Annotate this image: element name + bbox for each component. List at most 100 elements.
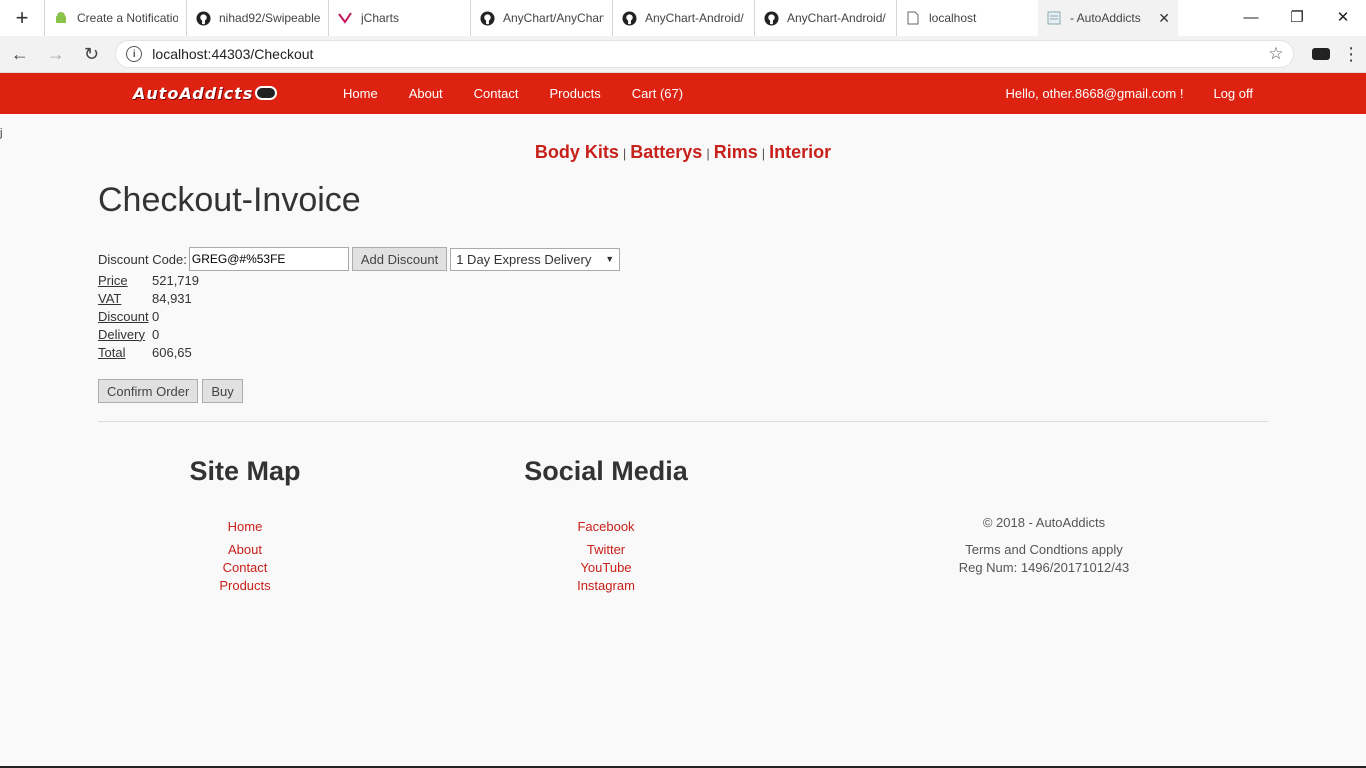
checkout-actions: Confirm Order Buy (98, 379, 247, 403)
tab-label: - AutoAddicts (1070, 11, 1141, 25)
new-tab-button[interactable]: + (0, 0, 44, 36)
tab-label: localhost (929, 11, 977, 25)
bookmark-star-icon[interactable]: ☆ (1268, 44, 1283, 64)
browser-tab[interactable]: Create a Notificatio (44, 0, 186, 36)
nav-cart-link[interactable]: Cart (67) (632, 86, 683, 101)
address-bar[interactable]: i localhost:44303/Checkout ☆ (115, 40, 1295, 68)
youtube-link[interactable]: YouTube (506, 559, 706, 577)
reg-number-text: Reg Num: 1496/20171012/43 (958, 560, 1130, 575)
reload-icon[interactable]: ↻ (76, 38, 108, 70)
brand-logo[interactable]: AutoAddicts (133, 81, 278, 105)
delivery-value: 0 (152, 326, 160, 342)
add-discount-button[interactable]: Add Discount (351, 247, 448, 271)
buy-button[interactable]: Buy (202, 379, 243, 403)
sitemap-about-link[interactable]: About (145, 541, 345, 559)
page-title: Checkout-Invoice (98, 181, 361, 219)
category-rims-link[interactable]: Rims (714, 142, 758, 162)
twitter-link[interactable]: Twitter (506, 541, 706, 559)
browser-tab[interactable]: AnyChart-Android/ (754, 0, 896, 36)
sitemap-products-link[interactable]: Products (145, 577, 345, 595)
category-interior-link[interactable]: Interior (769, 142, 831, 162)
social-media-heading: Social Media (524, 456, 688, 486)
tab-label: nihad92/Swipeable- (219, 11, 320, 25)
category-separator: | (761, 146, 766, 161)
tab-label: AnyChart/AnyChart (503, 11, 604, 25)
github-icon (621, 10, 637, 26)
summary-row: VAT 84,931 (98, 289, 199, 307)
summary-row: Price 521,719 (98, 271, 199, 289)
category-batterys-link[interactable]: Batterys (630, 142, 702, 162)
nav-about-link[interactable]: About (409, 86, 443, 101)
sitemap-contact-link[interactable]: Contact (145, 559, 345, 577)
jcharts-icon (337, 10, 353, 26)
vat-label: VAT (98, 290, 122, 306)
total-value: 606,65 (152, 344, 192, 360)
summary-row: Total 606,65 (98, 343, 199, 361)
summary-row: Delivery 0 (98, 325, 199, 343)
close-icon[interactable]: ✕ (1158, 10, 1170, 27)
sitemap-links: Home About Contact Products (145, 518, 345, 595)
instagram-link[interactable]: Instagram (506, 577, 706, 595)
close-window-icon[interactable]: ✕ (1320, 0, 1366, 34)
tab-label: AnyChart-Android/ (645, 11, 744, 25)
nav-home-link[interactable]: Home (343, 86, 378, 101)
dropdown-arrow-icon: ▼ (605, 254, 615, 264)
tab-label: jCharts (361, 11, 400, 25)
site-navbar: AutoAddicts Home About Contact Products … (0, 73, 1366, 114)
browser-tab[interactable]: jCharts (328, 0, 470, 36)
tab-label: Create a Notificatio (77, 11, 178, 25)
copyright-text: © 2018 - AutoAddicts (982, 515, 1106, 530)
page-icon (1046, 10, 1062, 26)
delivery-selected-value: 1 Day Express Delivery (456, 251, 592, 267)
delivery-select[interactable]: 1 Day Express Delivery ▼ (450, 247, 621, 271)
delivery-label: Delivery (98, 326, 145, 342)
back-arrow-icon[interactable]: ← (4, 38, 36, 70)
total-label: Total (98, 344, 126, 360)
window-controls: — ❐ ✕ (1228, 0, 1366, 34)
github-icon (479, 10, 495, 26)
divider (98, 421, 1268, 422)
nav-links: Home About Contact Products Cart (67) (343, 73, 714, 114)
menu-kebab-icon[interactable]: ⋮ (1336, 39, 1366, 69)
nav-account: Hello, other.8668@gmail.com ! Log off (976, 73, 1253, 114)
facebook-link[interactable]: Facebook (506, 518, 706, 536)
github-icon (763, 10, 779, 26)
forward-arrow-icon[interactable]: → (40, 38, 72, 70)
vat-value: 84,931 (152, 290, 192, 306)
price-value: 521,719 (152, 272, 199, 288)
github-icon (195, 10, 211, 26)
sitemap-home-link[interactable]: Home (145, 518, 345, 536)
nav-products-link[interactable]: Products (549, 86, 600, 101)
info-icon[interactable]: i (126, 46, 143, 62)
discount-value: 0 (152, 308, 160, 324)
wheel-icon (255, 86, 278, 100)
browser-tab[interactable]: AnyChart-Android/ (612, 0, 754, 36)
category-links: Body Kits | Batterys | Rims | Interior (0, 142, 1366, 163)
browser-toolbar: ← → ↻ i localhost:44303/Checkout ☆ ⋮ (0, 36, 1366, 73)
android-icon (53, 10, 69, 26)
logoff-link[interactable]: Log off (1213, 86, 1253, 101)
minimize-icon[interactable]: — (1228, 0, 1274, 34)
discount-row: Discount Code: Add Discount 1 Day Expres… (98, 247, 621, 271)
invoice-summary: Price 521,719 VAT 84,931 Discount 0 Deli… (98, 271, 199, 361)
tab-label: AnyChart-Android/ (787, 11, 886, 25)
discount-code-label: Discount Code: (98, 251, 187, 267)
discount-code-input[interactable] (188, 247, 349, 271)
page-icon (905, 10, 921, 26)
summary-row: Discount 0 (98, 307, 199, 325)
browser-tab[interactable]: localhost (896, 0, 1038, 36)
price-label: Price (98, 272, 128, 288)
extension-icon[interactable] (1306, 39, 1336, 69)
browser-tab[interactable]: AnyChart/AnyChart (470, 0, 612, 36)
browser-tabstrip: + Create a Notificatio nihad92/Swipeable… (0, 0, 1366, 36)
browser-tab[interactable]: nihad92/Swipeable- (186, 0, 328, 36)
discount-label: Discount (98, 308, 149, 324)
category-body-kits-link[interactable]: Body Kits (535, 142, 619, 162)
stray-text: j (0, 127, 3, 139)
confirm-order-button[interactable]: Confirm Order (98, 379, 199, 403)
nav-contact-link[interactable]: Contact (474, 86, 519, 101)
user-greeting-link[interactable]: Hello, other.8668@gmail.com ! (1006, 86, 1184, 101)
browser-tab-active[interactable]: - AutoAddicts ✕ (1038, 0, 1178, 36)
restore-icon[interactable]: ❐ (1274, 0, 1320, 34)
category-separator: | (622, 146, 627, 161)
